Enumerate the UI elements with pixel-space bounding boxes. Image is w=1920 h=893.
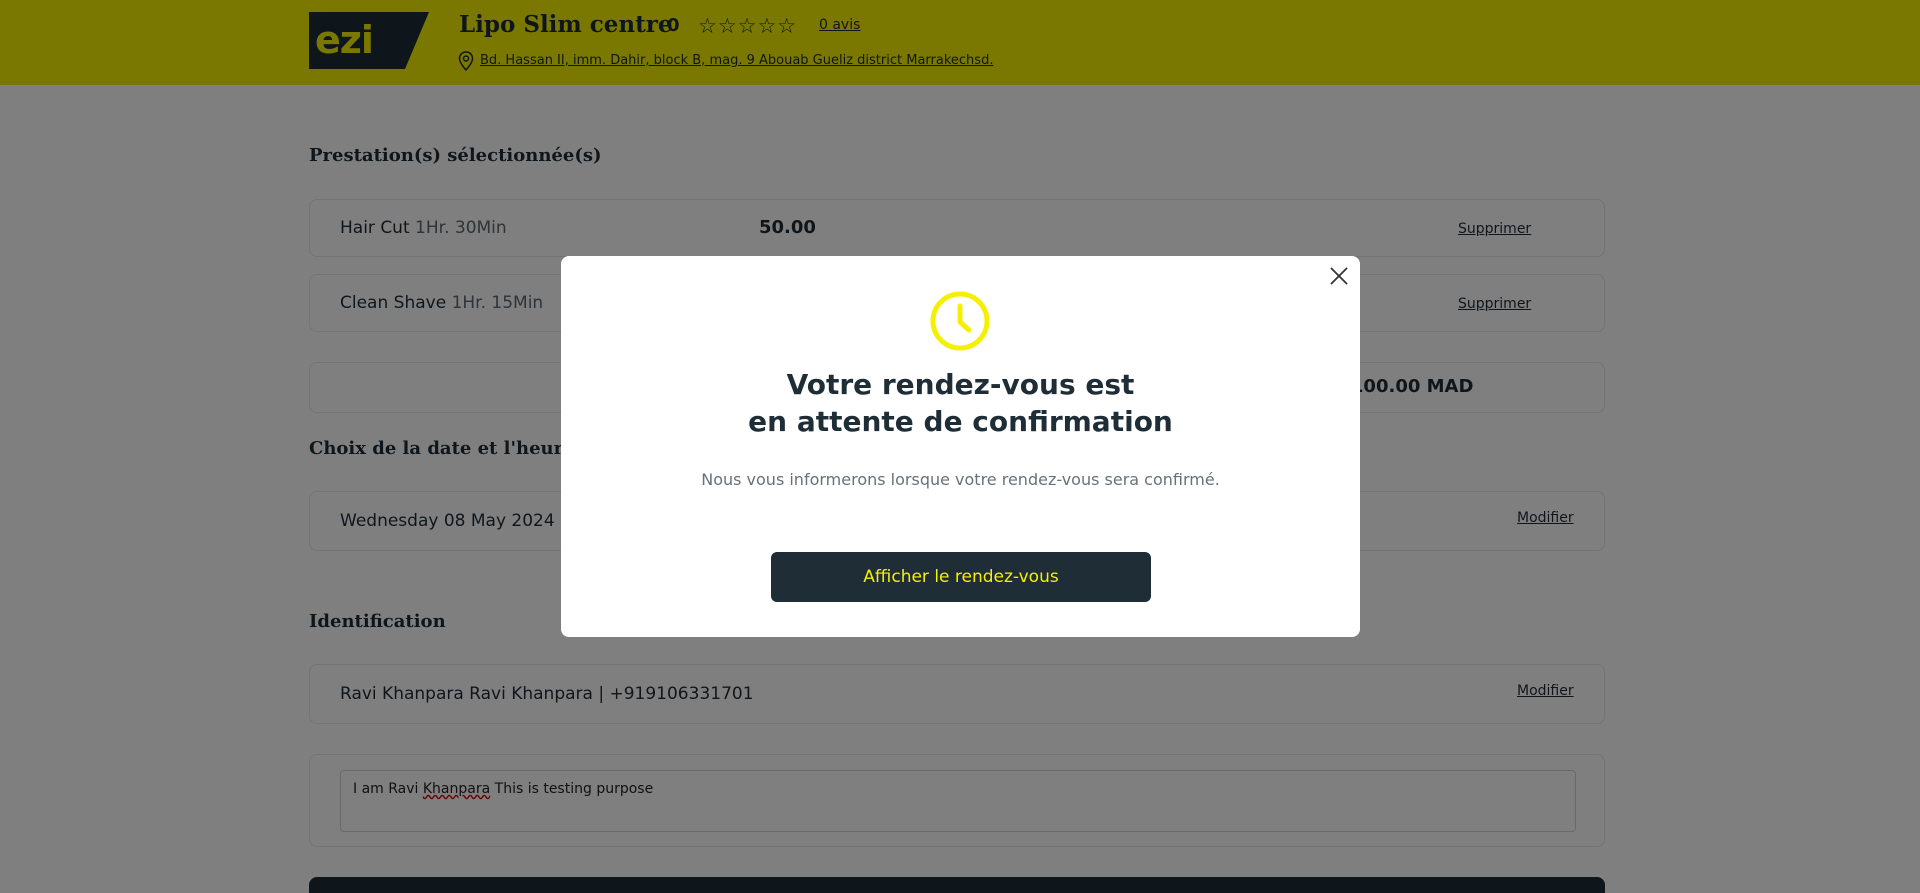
clock-icon <box>930 291 990 351</box>
view-appointment-button[interactable]: Afficher le rendez-vous <box>771 552 1151 602</box>
modal-subtitle: Nous vous informerons lorsque votre rend… <box>701 470 1220 489</box>
close-icon[interactable] <box>1328 265 1350 287</box>
pending-confirmation-modal: Votre rendez-vous est en attente de conf… <box>561 256 1360 637</box>
modal-title: Votre rendez-vous est en attente de conf… <box>748 368 1173 438</box>
